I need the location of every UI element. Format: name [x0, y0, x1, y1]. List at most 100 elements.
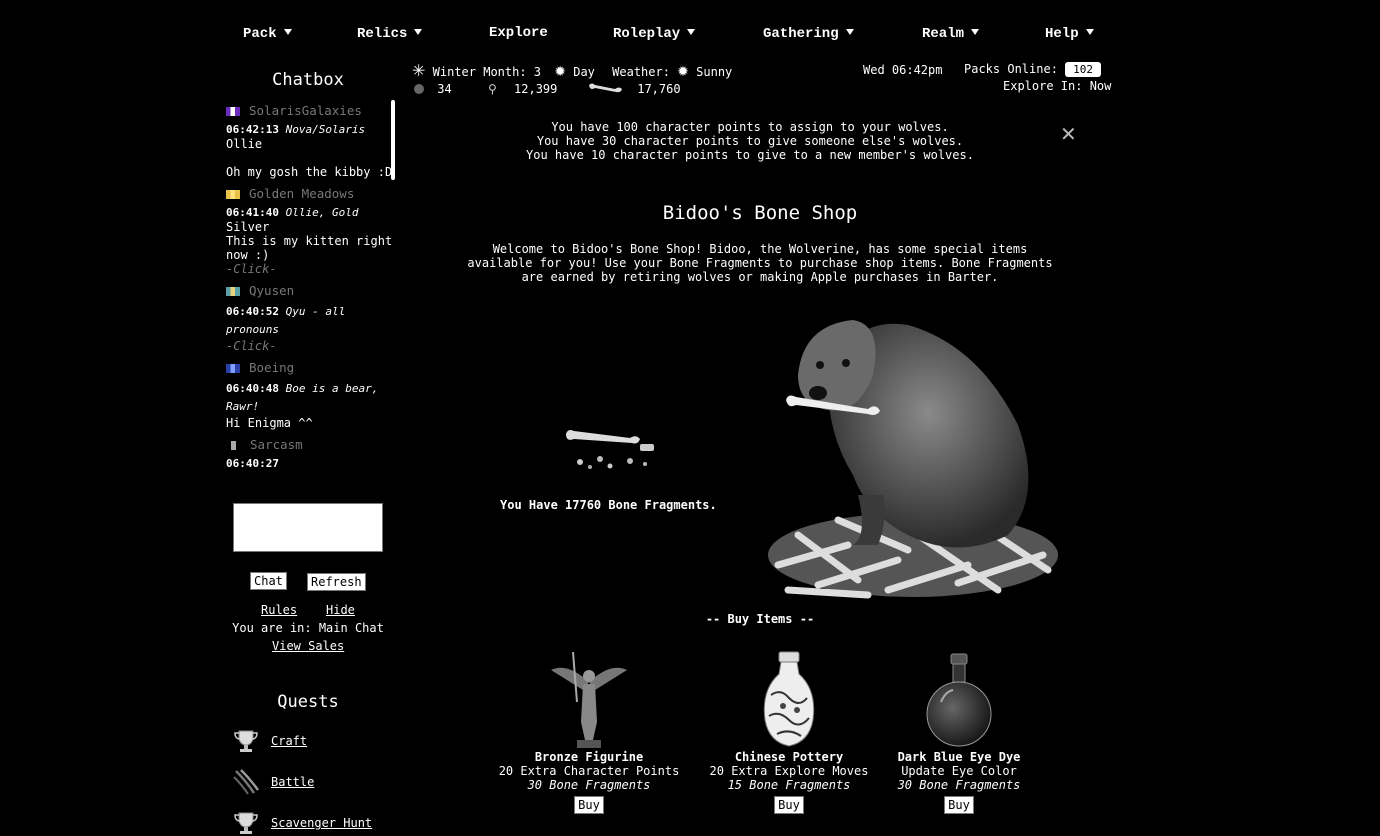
bone-fragments-image — [566, 430, 654, 469]
bone-fragments-balance: You Have 17760 Bone Fragments. — [500, 498, 717, 512]
item-description: 20 Extra Character Points — [498, 764, 680, 778]
chat-time: 06:40:52 — [226, 305, 279, 318]
chat-username: Boeing — [249, 360, 295, 375]
chat-text: This is my kitten right now :) — [226, 234, 393, 262]
chat-click-link[interactable]: -Click- — [226, 339, 394, 353]
chat-user[interactable]: Sarcasm — [226, 438, 394, 452]
claw-marks-icon — [233, 769, 260, 795]
season-text: Winter Month: 3 — [432, 65, 542, 79]
quest-label: Battle — [271, 775, 315, 789]
status-weather-row: ✳ Winter Month: 3 ✹ Day Weather: ✹ Sunny — [412, 61, 732, 80]
shop-item-dark-blue-eye-dye: Dark Blue Eye Dye Update Eye Color 30 Bo… — [864, 648, 1054, 814]
quests-title: Quests — [277, 692, 339, 712]
item-image — [864, 648, 1054, 748]
shop-item-bronze-figurine: Bronze Figurine 20 Extra Character Point… — [494, 648, 684, 814]
item-name: Dark Blue Eye Dye — [897, 750, 1021, 764]
caret-down-icon — [971, 29, 980, 35]
nav-explore[interactable]: Explore — [489, 25, 548, 41]
chat-meta: 06:40:27 — [226, 457, 394, 471]
chat-username: SolarisGalaxies — [249, 104, 362, 118]
chat-user[interactable]: Qyusen — [226, 284, 394, 298]
figurine-icon — [551, 652, 627, 748]
item-image — [694, 648, 884, 748]
nav-realm[interactable]: Realm — [922, 26, 980, 42]
sunny-icon: ✹ — [677, 64, 689, 80]
chat-text — [226, 151, 394, 165]
nav-pack-label: Pack — [243, 26, 277, 42]
weather-text: Sunny — [696, 65, 733, 79]
pack-flag-icon — [231, 440, 236, 450]
herb-count: 12,399 — [514, 82, 558, 96]
status-resources-row: 17,760 — [586, 82, 681, 96]
chat-messages[interactable]: SolarisGalaxies 06:42:13 Nova/Solaris Ol… — [226, 104, 394, 499]
status-resources-row: ⚲ 12,399 — [488, 82, 557, 96]
nav-roleplay[interactable]: Roleplay — [613, 26, 696, 42]
caret-down-icon — [414, 29, 423, 35]
rules-link[interactable]: Rules — [261, 603, 297, 617]
buy-button[interactable]: Buy — [944, 796, 974, 814]
nav-relics-label: Relics — [357, 26, 408, 42]
chat-location: You are in: Main Chat — [232, 621, 384, 635]
character-points-notice: You have 100 character points to assign … — [440, 120, 1060, 162]
wolverine-image — [768, 320, 1058, 599]
chat-input[interactable] — [233, 503, 383, 552]
caret-down-icon — [1085, 29, 1094, 35]
chat-meta: 06:42:13 Nova/Solaris — [226, 123, 394, 137]
item-description: Update Eye Color — [901, 764, 1017, 778]
buy-button[interactable]: Buy — [574, 796, 604, 814]
trophy-icon — [234, 812, 258, 834]
chat-text: Oh my gosh the kibby :D — [226, 165, 393, 179]
chat-username: Golden Meadows — [249, 186, 355, 201]
chat-text: Hi Enigma ^^ — [226, 416, 313, 430]
chat-meta: 06:40:52 Qyu - all pronouns — [226, 303, 394, 339]
chat-user[interactable]: Golden Meadows — [226, 187, 394, 201]
nav-help[interactable]: Help — [1045, 26, 1094, 42]
hide-link[interactable]: Hide — [326, 603, 355, 617]
chat-message: Sarcasm 06:40:27 — [226, 438, 394, 471]
page-title: Bidoo's Bone Shop — [662, 202, 858, 224]
quest-item-scavenger-hunt[interactable]: Scavenger Hunt — [232, 810, 372, 836]
refresh-button[interactable]: Refresh — [307, 573, 366, 591]
nav-roleplay-label: Roleplay — [613, 26, 681, 42]
chat-meta: 06:41:40 Ollie, Gold — [226, 206, 394, 220]
caret-down-icon — [283, 29, 292, 35]
close-icon[interactable]: ✕ — [1060, 122, 1077, 146]
status-resources-row: 34 — [414, 82, 452, 96]
item-description: 20 Extra Explore Moves — [709, 764, 869, 778]
quest-label: Craft — [271, 734, 308, 748]
chat-message: Golden Meadows 06:41:40 Ollie, Gold Silv… — [226, 187, 394, 276]
chat-user[interactable]: Boeing — [226, 361, 394, 375]
chat-button[interactable]: Chat — [250, 572, 287, 590]
chat-username: Sarcasm — [250, 437, 303, 452]
vase-icon — [763, 651, 815, 747]
bone-count: 17,760 — [637, 82, 681, 96]
chat-message: Qyusen 06:40:52 Qyu - all pronouns -Clic… — [226, 284, 394, 353]
stone-count: 34 — [437, 82, 452, 96]
chat-message: Boeing 06:40:48 Boe is a bear, Rawr! Hi … — [226, 361, 394, 430]
item-image — [494, 648, 684, 748]
chat-click-link[interactable]: -Click- — [226, 262, 394, 276]
stone-icon — [414, 84, 424, 94]
nav-help-label: Help — [1045, 26, 1079, 42]
pack-flag-icon — [226, 363, 240, 373]
view-sales-link[interactable]: View Sales — [272, 639, 344, 653]
nav-realm-label: Realm — [922, 26, 965, 42]
nav-gathering[interactable]: Gathering — [763, 26, 854, 42]
chat-user[interactable]: SolarisGalaxies — [226, 104, 394, 118]
pack-flag-icon — [226, 286, 240, 296]
trophy-icon — [234, 730, 258, 752]
points-line: You have 30 character points to give som… — [536, 134, 964, 148]
points-line: You have 100 character points to assign … — [551, 120, 949, 134]
nav-gathering-label: Gathering — [763, 26, 839, 42]
chat-wolf-names: Nova/Solaris — [285, 123, 366, 136]
chat-time: 06:41:40 — [226, 206, 279, 219]
packs-online-count[interactable]: 102 — [1065, 62, 1102, 77]
nav-pack[interactable]: Pack — [243, 26, 292, 42]
quest-item-craft[interactable]: Craft — [232, 728, 307, 754]
nav-relics[interactable]: Relics — [357, 26, 423, 42]
caret-down-icon — [687, 29, 696, 35]
packs-online-label: Packs Online: — [964, 62, 1058, 76]
buy-button[interactable]: Buy — [774, 796, 804, 814]
pack-flag-icon — [226, 189, 240, 199]
quest-item-battle[interactable]: Battle — [232, 769, 314, 795]
